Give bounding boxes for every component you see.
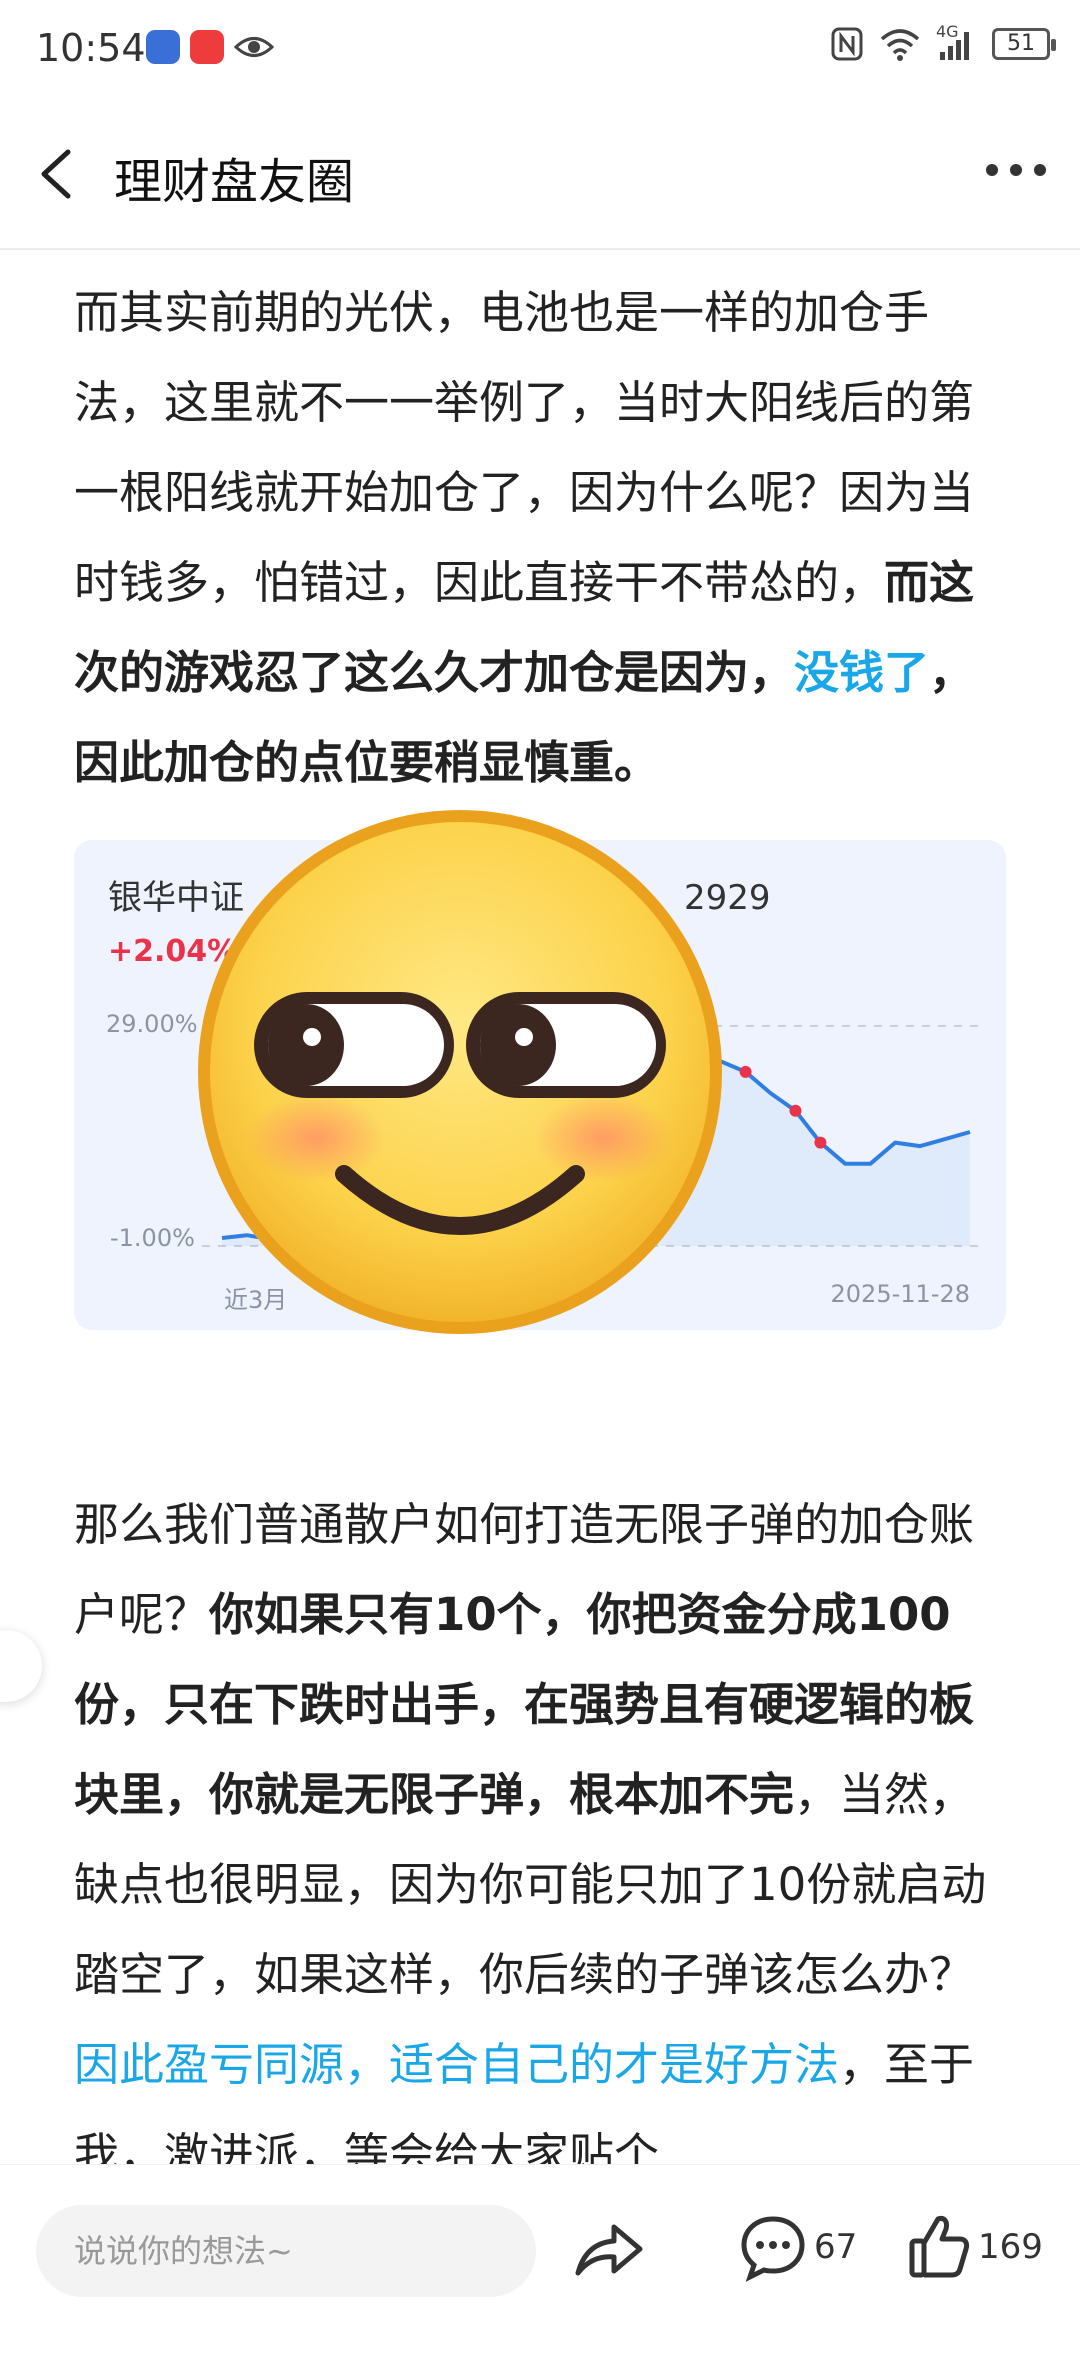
highlight-link[interactable]: 因此盈亏同源，适合自己的才是好方法 [74, 2038, 839, 2091]
status-notification-icons [146, 30, 274, 64]
paragraph-text: 而其实前期的光伏，电池也是一样的加仓手法，这里就不一一举例了，当时大阳线后的第一… [74, 286, 975, 609]
bottom-action-bar: 说说你的想法~ 67 169 [0, 2164, 1080, 2377]
status-bar: 10:54 4G 51 [0, 0, 1080, 100]
page-title: 理财盘友圈 [114, 154, 355, 210]
article-paragraph-2: 那么我们普通散户如何打造无限子弹的加仓账户呢？你如果只有10个，你把资金分成10… [74, 1480, 1014, 2200]
thumbs-up-icon[interactable] [908, 2211, 970, 2281]
smirk-emoji-icon [198, 810, 722, 1334]
more-options-icon[interactable] [986, 164, 1046, 176]
status-time: 10:54 [36, 26, 146, 70]
top-nav-bar: 理财盘友圈 [0, 100, 1080, 250]
share-icon[interactable] [572, 2215, 646, 2285]
signal-icon: 4G [936, 22, 976, 62]
comment-input[interactable]: 说说你的想法~ [36, 2205, 536, 2297]
battery-icon: 51 [992, 28, 1056, 60]
y-tick-label-bottom: -1.00% [110, 1224, 195, 1252]
app-notification-icon [146, 30, 180, 64]
trade-marker [739, 1065, 752, 1078]
nfc-icon [831, 27, 863, 61]
comment-icon[interactable] [740, 2213, 806, 2283]
back-arrow-icon[interactable] [34, 146, 82, 202]
article-paragraph-1: 而其实前期的光伏，电池也是一样的加仓手法，这里就不一一举例了，当时大阳线后的第一… [74, 268, 1014, 808]
y-tick-label-top: 29.00% [106, 1010, 198, 1038]
highlight-link[interactable]: 没钱了 [794, 646, 929, 699]
trade-marker [814, 1136, 827, 1149]
status-system-icons: 4G 51 [830, 22, 1056, 62]
like-count: 169 [978, 2227, 1043, 2267]
trade-marker [789, 1104, 802, 1117]
wifi-icon [880, 29, 920, 61]
huawei-notification-icon [190, 30, 224, 64]
x-tick-label-end: 2025-11-28 [830, 1280, 970, 1308]
comment-count: 67 [814, 2227, 858, 2267]
floating-side-button[interactable] [0, 1630, 42, 1702]
eye-icon [234, 37, 274, 57]
